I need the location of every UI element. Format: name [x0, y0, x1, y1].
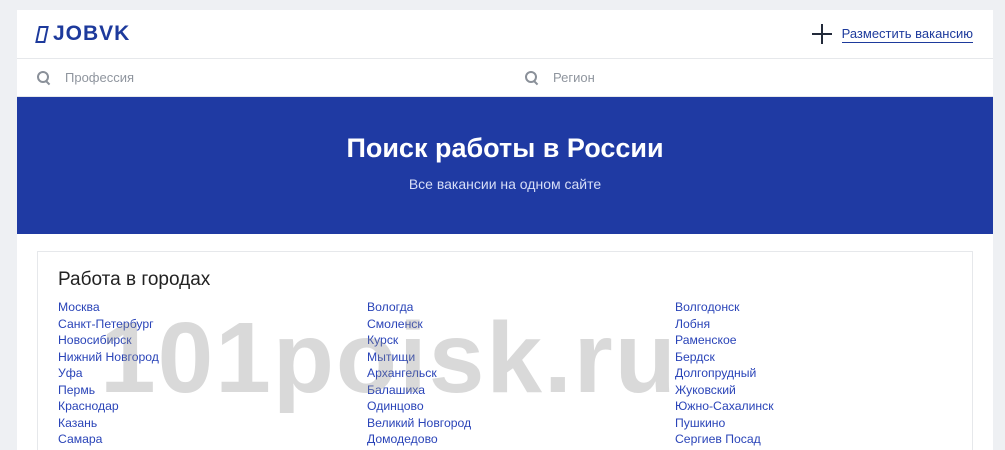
- city-link[interactable]: Смоленск: [367, 316, 471, 333]
- city-link[interactable]: Великий Новгород: [367, 415, 471, 432]
- post-job-button[interactable]: Разместить вакансию: [811, 24, 973, 44]
- city-link[interactable]: Самара: [58, 431, 159, 448]
- city-link[interactable]: Уфа: [58, 365, 159, 382]
- hero-title: Поиск работы в России: [346, 133, 664, 163]
- city-link[interactable]: Одинцово: [367, 398, 471, 415]
- city-link[interactable]: Краснодар: [58, 398, 159, 415]
- city-link[interactable]: Жуковский: [675, 382, 774, 399]
- city-link[interactable]: Нижний Новгород: [58, 349, 159, 366]
- hero-banner: Поиск работы в России Все вакансии на од…: [17, 97, 993, 234]
- logo-text: JOBVK: [53, 22, 131, 45]
- profession-field: [17, 59, 505, 96]
- city-link[interactable]: Волгодонск: [675, 299, 774, 316]
- plus-icon: [811, 24, 832, 44]
- cities-column-2: Вологда Смоленск Курск Мытищи Архангельс…: [367, 299, 471, 448]
- hero-subtitle: Все вакансии на одном сайте: [408, 176, 602, 192]
- cities-title: Работа в городах: [58, 269, 211, 290]
- region-input[interactable]: [553, 70, 933, 85]
- city-link[interactable]: Долгопрудный: [675, 365, 774, 382]
- cities-column-3: Волгодонск Лобня Раменское Бердск Долгоп…: [675, 299, 774, 448]
- city-link[interactable]: Пушкино: [675, 415, 774, 432]
- region-field: [505, 59, 993, 96]
- cities-section: Работа в городах Москва Санкт-Петербург …: [37, 251, 973, 450]
- page: JOBVK Разместить вакансию Поиск работы в…: [17, 10, 993, 450]
- profession-input[interactable]: [65, 70, 445, 85]
- search-icon: [525, 70, 539, 85]
- city-link[interactable]: Южно-Сахалинск: [675, 398, 774, 415]
- city-link[interactable]: Пермь: [58, 382, 159, 399]
- cities-column-1: Москва Санкт-Петербург Новосибирск Нижни…: [58, 299, 159, 448]
- header: JOBVK Разместить вакансию: [17, 10, 993, 59]
- city-link[interactable]: Новосибирск: [58, 332, 159, 349]
- city-link[interactable]: Архангельск: [367, 365, 471, 382]
- city-link[interactable]: Раменское: [675, 332, 774, 349]
- search-icon: [37, 70, 51, 85]
- city-link[interactable]: Сергиев Посад: [675, 431, 774, 448]
- city-link[interactable]: Балашиха: [367, 382, 471, 399]
- city-link[interactable]: Мытищи: [367, 349, 471, 366]
- post-job-label: Разместить вакансию: [841, 25, 973, 43]
- city-link[interactable]: Курск: [367, 332, 471, 349]
- city-link[interactable]: Санкт-Петербург: [58, 316, 159, 333]
- city-link[interactable]: Бердск: [675, 349, 774, 366]
- city-link[interactable]: Вологда: [367, 299, 471, 316]
- city-link[interactable]: Домодедово: [367, 431, 471, 448]
- search-bar: [17, 59, 993, 97]
- city-link[interactable]: Москва: [58, 299, 159, 316]
- city-link[interactable]: Казань: [58, 415, 159, 432]
- logo-icon: [35, 25, 49, 43]
- city-link[interactable]: Лобня: [675, 316, 774, 333]
- logo[interactable]: JOBVK: [35, 22, 131, 46]
